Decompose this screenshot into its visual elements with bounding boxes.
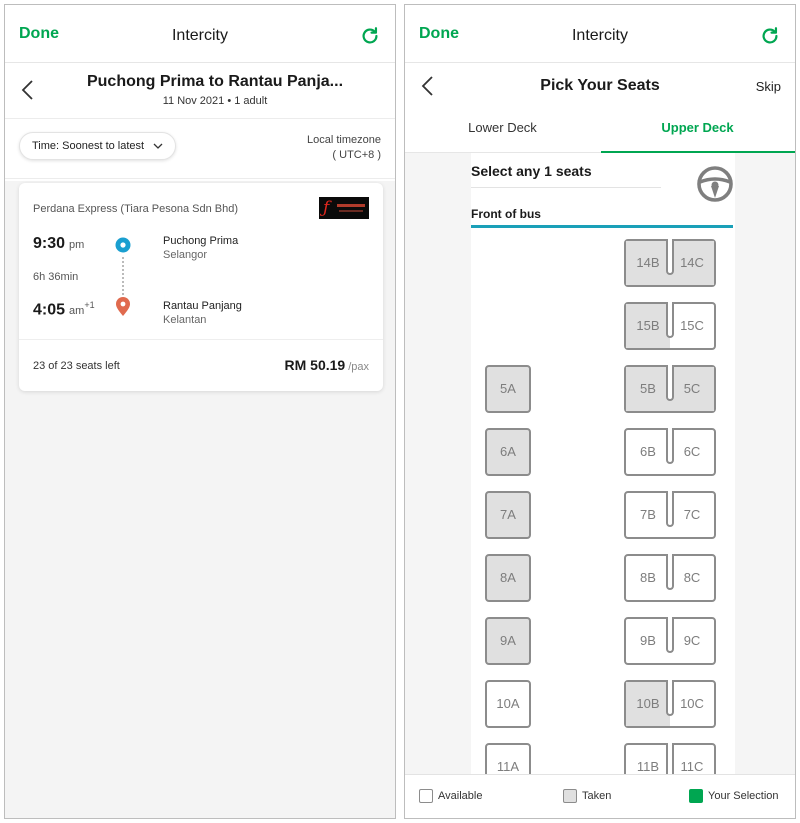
legend-available: Available [419, 789, 482, 803]
filter-bar: Time: Soonest to latest Local timezone (… [5, 119, 395, 179]
origin-name: Puchong Prima [163, 235, 239, 247]
seat-11b[interactable]: 11B [626, 745, 670, 774]
taken-swatch [563, 789, 577, 803]
seat-pair: 8B 8C [624, 554, 716, 602]
seat-9c[interactable]: 9C [670, 619, 714, 663]
refresh-icon[interactable] [759, 25, 781, 47]
seat-divider [666, 680, 674, 716]
seats-left: 23 of 23 seats left [33, 360, 120, 372]
legend-taken: Taken [563, 789, 611, 803]
seat-pair: 6B 6C [624, 428, 716, 476]
origin-dot-icon [115, 237, 131, 253]
location-pin-icon [116, 297, 130, 316]
select-seats-label: Select any 1 seats [471, 163, 592, 179]
search-results-screen: Done Intercity Puchong Prima to Rantau P… [4, 4, 396, 819]
chevron-down-icon [153, 143, 163, 150]
tab-lower-deck[interactable]: Lower Deck [405, 120, 600, 135]
seat-10c[interactable]: 10C [670, 682, 714, 726]
seat-11a[interactable]: 11A [485, 743, 531, 774]
seat-6a[interactable]: 6A [485, 428, 531, 476]
seat-pair: 9B 9C [624, 617, 716, 665]
seat-6c[interactable]: 6C [670, 430, 714, 474]
seat-pair: 10B 10C [624, 680, 716, 728]
divider [471, 187, 661, 188]
seat-divider [666, 428, 674, 464]
seat-11c[interactable]: 11C [670, 745, 714, 774]
destination-name: Rantau Panjang [163, 300, 242, 312]
seat-divider [666, 554, 674, 590]
skip-button[interactable]: Skip [756, 79, 781, 94]
seat-14b[interactable]: 14B [626, 241, 670, 285]
seat-pair: 5B 5C [624, 365, 716, 413]
arrival-time: 4:05 am+1 [33, 300, 95, 319]
seat-5c[interactable]: 5C [670, 367, 714, 411]
deck-tabs: Lower Deck Upper Deck [405, 107, 795, 153]
seat-divider [666, 302, 674, 338]
seat-9a[interactable]: 9A [485, 617, 531, 665]
seat-5a[interactable]: 5A [485, 365, 531, 413]
destination-state: Kelantan [163, 314, 207, 326]
route-header: Puchong Prima to Rantau Panja... 11 Nov … [5, 63, 395, 119]
seat-pair: 11B 11C [624, 743, 716, 774]
departure-time: 9:30 pm [33, 235, 85, 252]
trip-price: RM 50.19/pax [284, 357, 370, 373]
seat-divider [666, 365, 674, 401]
seat-divider [666, 239, 674, 275]
seat-8a[interactable]: 8A [485, 554, 531, 602]
seat-divider [666, 491, 674, 527]
seat-7a[interactable]: 7A [485, 491, 531, 539]
app-title: Intercity [571, 27, 628, 44]
trip-card[interactable]: Perdana Express (Tiara Pesona Sdn Bhd) ƒ… [19, 183, 383, 391]
route-connector [122, 257, 124, 295]
seat-pair: 15B 15C [624, 302, 716, 350]
available-swatch [419, 789, 433, 803]
seat-6b[interactable]: 6B [626, 430, 670, 474]
card-divider [19, 339, 383, 340]
front-of-bus-label: Front of bus [471, 207, 541, 221]
selected-swatch [689, 789, 703, 803]
timezone-value: ( UTC+8 ) [332, 149, 381, 161]
app-title: Intercity [171, 27, 228, 44]
seat-5b[interactable]: 5B [626, 367, 670, 411]
trip-duration: 6h 36min [33, 271, 79, 283]
timezone-label: Local timezone [307, 134, 381, 146]
tab-upper-deck[interactable]: Upper Deck [600, 120, 795, 135]
seat-divider [666, 617, 674, 653]
timezone-info: Local timezone ( UTC+8 ) [307, 133, 381, 163]
top-bar: Done Intercity [5, 5, 395, 63]
route-title: Puchong Prima to Rantau Panja... [86, 73, 344, 90]
results-list: Perdana Express (Tiara Pesona Sdn Bhd) ƒ… [5, 181, 395, 818]
operator-logo: ƒ [319, 197, 369, 219]
seat-7b[interactable]: 7B [626, 493, 670, 537]
seat-9b[interactable]: 9B [626, 619, 670, 663]
refresh-icon[interactable] [359, 25, 381, 47]
seat-selection-screen: Done Intercity Pick Your Seats Skip Lowe… [404, 4, 796, 819]
seat-header: Pick Your Seats Skip [405, 63, 795, 107]
origin-state: Selangor [163, 249, 208, 261]
seat-legend: Available Taken Your Selection [405, 774, 795, 818]
back-arrow-icon[interactable] [19, 79, 37, 101]
seat-7c[interactable]: 7C [670, 493, 714, 537]
seat-map: Select any 1 seats Front of bus 5A 6A 7A 8A… [405, 153, 795, 774]
seat-15c[interactable]: 15C [670, 304, 714, 348]
steering-wheel-icon [697, 166, 733, 202]
seat-pair: 14B 14C [624, 239, 716, 287]
seat-8c[interactable]: 8C [670, 556, 714, 600]
seat-10b[interactable]: 10B [626, 682, 670, 726]
seat-15b[interactable]: 15B [626, 304, 670, 348]
front-of-bus-bar [471, 225, 733, 228]
seat-divider [666, 743, 674, 774]
seat-14c[interactable]: 14C [670, 241, 714, 285]
page-title: Pick Your Seats [540, 77, 660, 94]
seat-pair: 7B 7C [624, 491, 716, 539]
seat-10a[interactable]: 10A [485, 680, 531, 728]
sort-label: Time: Soonest to latest [32, 140, 145, 152]
seat-8b[interactable]: 8B [626, 556, 670, 600]
route-subtitle: 11 Nov 2021 • 1 adult [162, 95, 268, 107]
top-bar: Done Intercity [405, 5, 795, 63]
sort-dropdown[interactable]: Time: Soonest to latest [19, 132, 177, 160]
operator-name: Perdana Express (Tiara Pesona Sdn Bhd) [33, 203, 239, 215]
legend-selected: Your Selection [689, 789, 779, 803]
